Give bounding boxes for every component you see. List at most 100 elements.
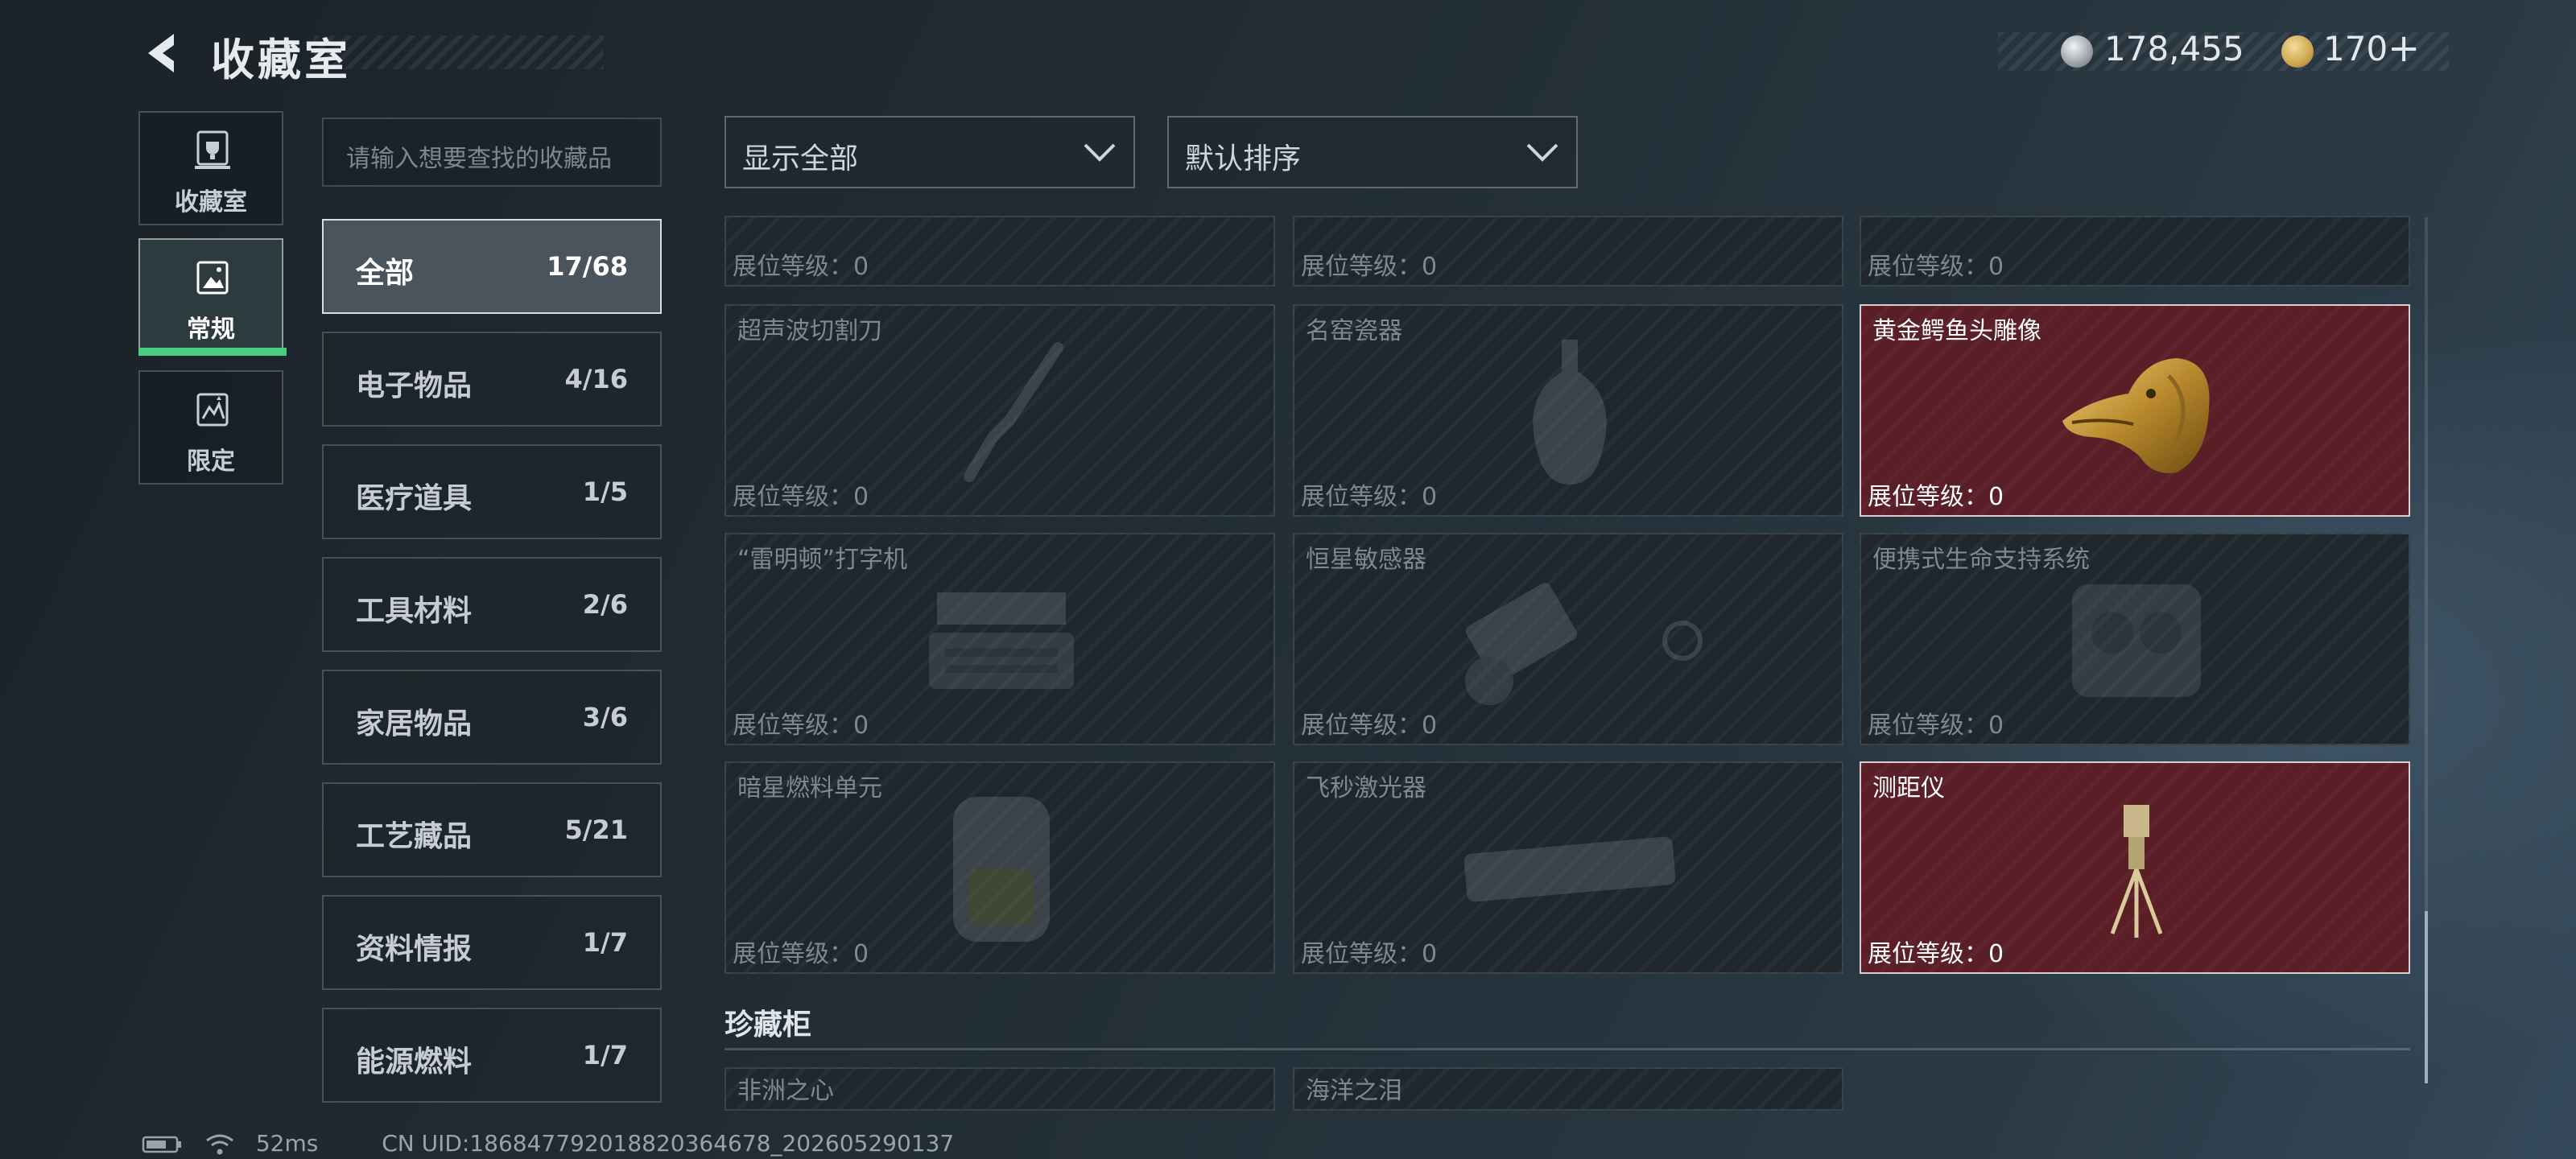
level-value: 0 [1422,940,1438,968]
level-label: 展位等级： [1868,253,1988,281]
level-value: 0 [853,483,869,511]
collection-item-card[interactable]: 暗星燃料单元 展位等级：0 [724,761,1275,974]
level-label: 展位等级： [733,253,853,281]
level-label: 展位等级： [733,940,853,968]
collection-item-card[interactable]: 测距仪展位等级：0 [1860,761,2410,974]
nav-tab-regular[interactable]: 常规 [138,238,283,353]
gold-coin-icon [2281,35,2314,68]
nav-tab-collection-room[interactable]: 收藏室 [138,111,283,225]
collection-item-card[interactable]: 展位等级：0 [1860,216,2410,287]
category-item[interactable]: 全部 17/68 [322,219,662,314]
scrollbar-thumb[interactable] [2425,911,2428,1083]
collection-item-card[interactable]: 便携式生命支持系统 展位等级：0 [1860,533,2410,745]
item-level: 展位等级：0 [733,705,869,740]
item-level: 展位等级：0 [733,476,869,512]
item-level: 展位等级：0 [1301,934,1437,969]
section-title: 珍藏柜 [724,1008,812,1041]
category-name: 资料情报 [356,933,473,966]
item-level: 展位等级：0 [1301,705,1437,740]
search-input[interactable]: 请输入想要查找的收藏品 [322,118,662,187]
item-name: “雷明顿”打字机 [737,546,908,574]
level-value: 0 [1988,253,2004,281]
item-level: 展位等级：0 [733,246,869,282]
level-value: 0 [1422,483,1438,511]
category-item[interactable]: 工艺藏品 5/21 [322,782,662,877]
category-count: 1/5 [582,476,628,507]
collection-item-card[interactable]: 名窑瓷器 展位等级：0 [1293,304,1843,517]
level-value: 0 [853,253,869,281]
collection-item-card[interactable]: 黄金鳄鱼头雕像 展位等级：0 [1860,304,2410,517]
level-value: 0 [853,940,869,968]
laser-icon [1457,821,1682,921]
treasure-name: 非洲之心 [737,1077,834,1105]
category-item[interactable]: 家居物品 3/6 [322,670,662,765]
level-label: 展位等级： [1868,711,1988,740]
treasure-name: 海洋之泪 [1306,1077,1402,1105]
item-name: 恒星敏感器 [1306,546,1426,574]
back-button[interactable] [138,29,187,77]
treasure-item-card[interactable]: 非洲之心 [724,1067,1275,1111]
sort-dropdown[interactable]: 默认排序 [1167,116,1578,188]
nav-tab-label: 收藏室 [175,188,247,217]
sort-value: 默认排序 [1185,142,1302,175]
section-divider [724,1048,2410,1050]
level-value: 0 [1422,253,1438,281]
item-name: 黄金鳄鱼头雕像 [1872,317,2041,345]
collection-item-card[interactable]: 展位等级：0 [724,216,1275,287]
picture-frame-icon [196,261,229,295]
silver-coin-icon [2061,35,2093,68]
collection-item-card[interactable]: 飞秒激光器 展位等级：0 [1293,761,1843,974]
typewriter-icon [921,576,1082,708]
level-value: 0 [1988,711,2004,740]
category-name: 电子物品 [356,369,473,402]
category-item[interactable]: 能源燃料 1/7 [322,1008,662,1103]
chevron-down-icon [1526,143,1558,162]
golden-crocodile-head-icon [2056,344,2217,484]
level-label: 展位等级： [733,711,853,740]
collection-item-card[interactable]: 超声波切割刀展位等级：0 [724,304,1275,517]
add-currency-button[interactable]: + [2388,26,2420,71]
collection-item-card[interactable]: “雷明顿”打字机展位等级：0 [724,533,1275,745]
category-name: 家居物品 [356,707,473,740]
show-filter-dropdown[interactable]: 显示全部 [724,116,1135,188]
category-count: 1/7 [582,927,628,958]
back-arrow-icon [148,34,174,72]
level-value: 0 [1422,711,1438,740]
collection-item-card[interactable]: 展位等级：0 [1293,216,1843,287]
level-label: 展位等级： [1868,483,1988,511]
category-name: 能源燃料 [356,1046,473,1079]
star-sensor-icon [1425,560,1715,724]
item-level: 展位等级：0 [733,934,869,969]
category-count: 5/21 [564,815,628,845]
category-name: 医疗道具 [356,482,473,515]
category-item[interactable]: 电子物品 4/16 [322,332,662,427]
fuel-cell-icon [937,781,1066,961]
level-label: 展位等级： [1301,253,1422,281]
gold-coin-amount: 170 [2323,29,2388,68]
uid-text: CN UID:186847792018820364678_20260529013… [382,1130,955,1157]
limited-frame-icon [196,393,229,427]
category-item[interactable]: 工具材料 2/6 [322,557,662,652]
silver-coin-amount: 178,455 [2104,29,2244,68]
item-name: 测距仪 [1872,774,1945,802]
item-name: 超声波切割刀 [737,317,882,345]
item-name: 名窑瓷器 [1306,317,1402,345]
category-count: 1/7 [582,1040,628,1070]
nav-tab-limited[interactable]: 限定 [138,370,283,485]
show-filter-value: 显示全部 [742,142,859,175]
item-level: 展位等级：0 [1301,246,1437,282]
wifi-icon [206,1134,233,1155]
item-level: 展位等级：0 [1868,705,2004,740]
category-item[interactable]: 医疗道具 1/5 [322,444,662,539]
level-label: 展位等级： [1301,711,1422,740]
collection-item-card[interactable]: 恒星敏感器展位等级：0 [1293,533,1843,745]
category-item[interactable]: 资料情报 1/7 [322,895,662,990]
nav-tab-label: 限定 [187,448,235,476]
category-name: 工艺藏品 [356,820,473,853]
level-label: 展位等级： [1868,940,1988,968]
level-value: 0 [853,711,869,740]
category-count: 3/6 [582,702,628,732]
category-count: 4/16 [564,364,628,394]
treasure-item-card[interactable]: 海洋之泪 [1293,1067,1843,1111]
level-value: 0 [1988,940,2004,968]
